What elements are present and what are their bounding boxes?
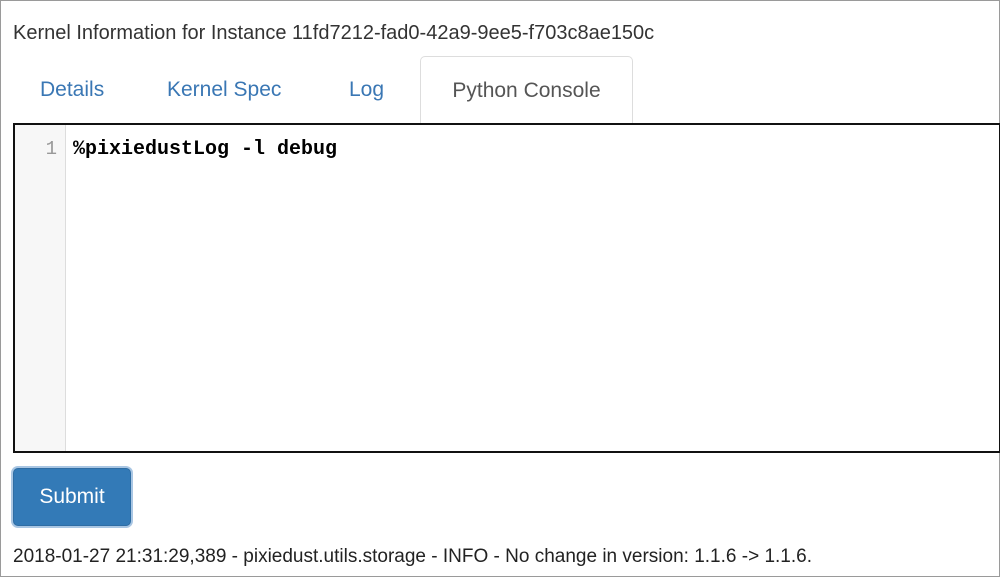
tab-python-console[interactable]: Python Console [420, 56, 633, 124]
page-title: Kernel Information for Instance 11fd7212… [13, 22, 655, 44]
log-output: 2018-01-27 21:31:29,389 - pixiedust.util… [13, 546, 812, 567]
tab-bar: Details Kernel Spec Log Python Console [13, 56, 999, 124]
code-line[interactable]: %pixiedustLog -l debug [73, 138, 337, 161]
submit-button[interactable]: Submit [13, 468, 131, 526]
tab-log[interactable]: Log [349, 56, 384, 123]
tab-details[interactable]: Details [40, 56, 104, 123]
tab-kernel-spec[interactable]: Kernel Spec [167, 56, 281, 123]
code-editor[interactable]: 1 %pixiedustLog -l debug [13, 123, 1000, 453]
line-number-gutter: 1 [15, 125, 66, 451]
line-number: 1 [45, 138, 57, 160]
